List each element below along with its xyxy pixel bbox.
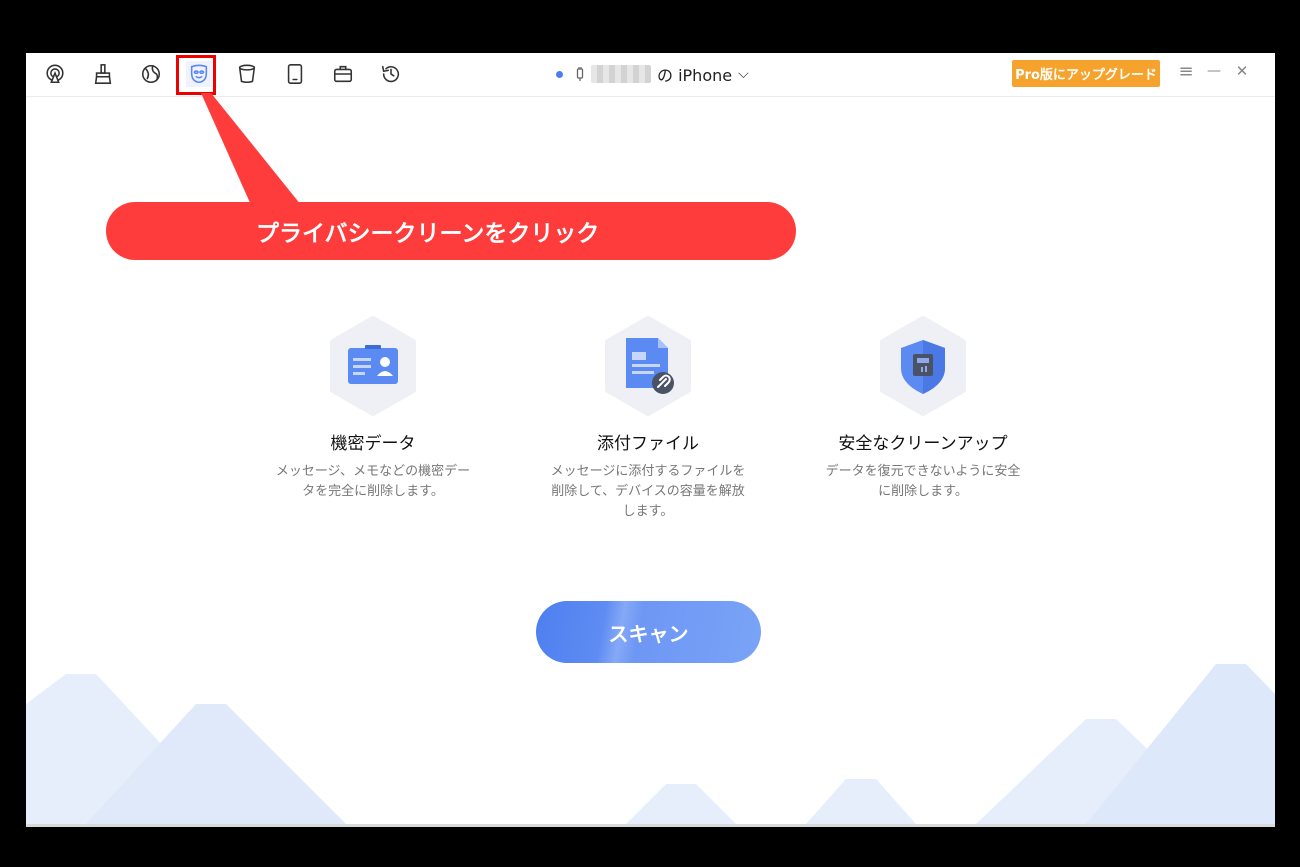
feature-desc: メッセージに添付するファイルを削除して、デバイスの容量を解放します。: [550, 464, 746, 519]
close-icon[interactable]: ✕: [1232, 62, 1252, 80]
feature-desc: データを復元できないように安全に削除します。: [825, 464, 1021, 499]
briefcase-icon[interactable]: [330, 61, 356, 87]
feature-title: 機密データ: [330, 434, 416, 454]
history-icon[interactable]: [378, 61, 404, 87]
device-name: の iPhone: [657, 66, 733, 85]
feature-secure-cleanup: 安全なクリーンアップ データを復元できないように安全に削除します。: [808, 316, 1038, 502]
callout-banner: プライバシークリーンをクリック: [106, 202, 796, 260]
feature-desc: メッセージ、メモなどの機密データを完全に削除します。: [275, 464, 471, 499]
device-name-redacted: [591, 65, 651, 83]
upgrade-pro-button[interactable]: Pro版にアップグレード: [1012, 60, 1160, 87]
device-selector[interactable]: の iPhone ⌵: [556, 63, 749, 85]
window-bottom-edge: [26, 824, 1275, 827]
feature-title: 添付ファイル: [597, 434, 699, 454]
menu-icon[interactable]: ≡: [1176, 61, 1196, 82]
id-card-icon: [327, 316, 419, 416]
shield-icon: [877, 316, 969, 416]
minimize-icon[interactable]: —: [1204, 63, 1224, 79]
mountain-background: [26, 664, 1275, 824]
app-window: の iPhone ⌵ Pro版にアップグレード ≡ — ✕ プライバシークリーン…: [26, 53, 1275, 824]
feature-attachments: 添付ファイル メッセージに添付するファイルを削除して、デバイスの容量を解放します…: [533, 316, 763, 522]
usb-plug-icon: [576, 67, 584, 81]
feature-sensitive-data: 機密データ メッセージ、メモなどの機密データを完全に削除します。: [258, 316, 488, 502]
connection-dot: [556, 70, 563, 78]
chevron-down-icon: ⌵: [738, 66, 749, 82]
feature-title: 安全なクリーンアップ: [838, 434, 1008, 454]
attachment-file-icon: [602, 316, 694, 416]
